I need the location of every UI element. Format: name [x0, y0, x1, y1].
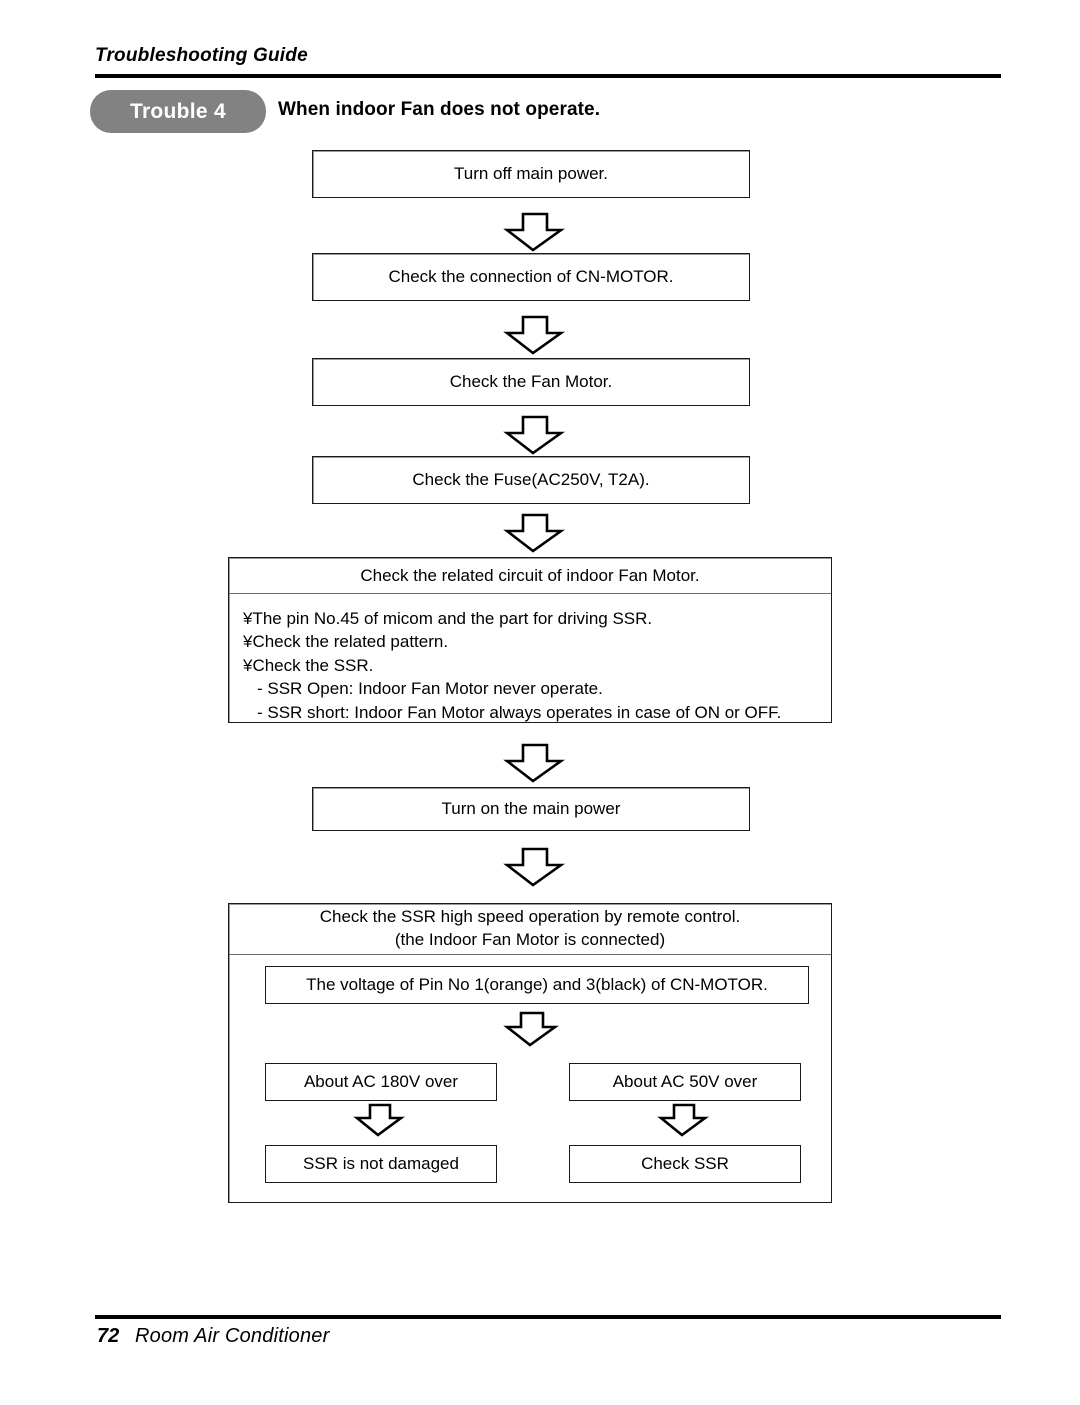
related-circuit-panel: Check the related circuit of indoor Fan …	[228, 557, 832, 723]
branch-condition-right-label: About AC 50V over	[612, 1072, 758, 1091]
voltage-measure-box: The voltage of Pin No 1(orange) and 3(bl…	[265, 966, 809, 1004]
related-circuit-title-row: Check the related circuit of indoor Fan …	[229, 558, 831, 594]
page-title: When indoor Fan does not operate.	[278, 99, 601, 120]
down-arrow-icon	[503, 212, 565, 252]
ssr-check-panel: Check the SSR high speed operation by re…	[228, 903, 832, 1203]
ssr-check-title-line1: Check the SSR high speed operation by re…	[319, 907, 741, 927]
related-circuit-title: Check the related circuit of indoor Fan …	[360, 565, 700, 585]
branch-condition-left: About AC 180V over	[265, 1063, 497, 1101]
flow-step-label: Check the connection of CN-MOTOR.	[388, 266, 674, 286]
branch-result-left-label: SSR is not damaged	[303, 1154, 459, 1173]
branch-result-left: SSR is not damaged	[265, 1145, 497, 1183]
voltage-measure-label: The voltage of Pin No 1(orange) and 3(bl…	[306, 975, 768, 994]
related-circuit-body: ¥The pin No.45 of micom and the part for…	[229, 594, 831, 724]
page-number: 72	[97, 1325, 120, 1347]
guide-title: Troubleshooting Guide	[95, 45, 308, 66]
flow-step-label: Turn off main power.	[453, 163, 609, 183]
product-name: Room Air Conditioner	[135, 1325, 330, 1347]
down-arrow-icon	[503, 743, 565, 783]
flow-step-box: Check the Fuse(AC250V, T2A).	[312, 456, 750, 504]
flow-step-box: Turn off main power.	[312, 150, 750, 198]
trouble-badge-label: Trouble 4	[129, 99, 227, 123]
branch-condition-left-label: About AC 180V over	[303, 1072, 459, 1091]
ssr-check-title-row: Check the SSR high speed operation by re…	[229, 904, 831, 955]
down-arrow-icon	[503, 513, 565, 553]
trouble-badge: Trouble 4	[90, 90, 266, 133]
bullet-item: ¥Check the SSR.	[243, 655, 374, 675]
down-arrow-icon	[503, 847, 565, 887]
sub-item: - SSR short: Indoor Fan Motor always ope…	[257, 702, 782, 722]
flow-step-box: Check the Fan Motor.	[312, 358, 750, 406]
down-arrow-icon	[657, 1103, 709, 1137]
sub-item: - SSR Open: Indoor Fan Motor never opera…	[257, 679, 603, 699]
bullet-item: ¥Check the related pattern.	[243, 632, 449, 652]
down-arrow-icon	[503, 315, 565, 355]
bullet-item: ¥The pin No.45 of micom and the part for…	[243, 609, 653, 628]
flow-step-label: Turn on the main power	[441, 798, 621, 818]
branch-condition-right: About AC 50V over	[569, 1063, 801, 1101]
document-page: Troubleshooting Guide Trouble 4 When ind…	[0, 0, 1080, 1405]
down-arrow-icon	[353, 1103, 405, 1137]
flow-step-label: Check the Fan Motor.	[449, 371, 613, 391]
header-divider	[95, 74, 1001, 78]
branch-result-right: Check SSR	[569, 1145, 801, 1183]
ssr-check-title-line2: (the Indoor Fan Motor is connected)	[394, 930, 666, 949]
down-arrow-icon	[503, 1011, 559, 1047]
flow-step-label: Check the Fuse(AC250V, T2A).	[412, 469, 650, 489]
flow-step-box: Turn on the main power	[312, 787, 750, 831]
down-arrow-icon	[503, 415, 565, 455]
branch-result-right-label: Check SSR	[641, 1154, 729, 1173]
footer-divider	[95, 1315, 1001, 1319]
flow-step-box: Check the connection of CN-MOTOR.	[312, 253, 750, 301]
